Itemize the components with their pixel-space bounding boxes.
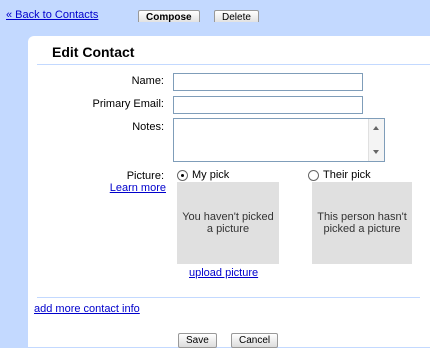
learn-more-link[interactable]: Learn more (100, 182, 166, 194)
their-pick-radio[interactable] (308, 170, 319, 181)
their-picture-placeholder: This person hasn't picked a picture (312, 182, 412, 264)
their-pick-label[interactable]: Their pick (323, 169, 371, 181)
my-picture-placeholder-text: You haven't picked a picture (182, 211, 274, 235)
my-pick-label[interactable]: My pick (192, 169, 229, 181)
primary-email-label: Primary Email: (92, 98, 164, 110)
their-picture-placeholder-text: This person hasn't picked a picture (317, 211, 407, 235)
title-divider (37, 64, 430, 65)
top-toolbar: « Back to Contacts Compose Delete (0, 0, 430, 25)
upload-picture-link[interactable]: upload picture (189, 267, 258, 279)
picture-label: Picture: (126, 170, 164, 182)
page-title: Edit Contact (52, 44, 135, 60)
add-more-contact-info-link[interactable]: add more contact info (34, 303, 140, 315)
my-pick-radio[interactable] (177, 170, 188, 181)
scroll-down-arrow-icon[interactable] (373, 150, 379, 154)
cancel-button[interactable]: Cancel (231, 333, 279, 348)
back-to-contacts-link[interactable]: « Back to Contacts (6, 9, 98, 21)
form-divider (37, 297, 420, 298)
notes-scrollbar[interactable] (368, 119, 384, 161)
scroll-up-arrow-icon[interactable] (373, 126, 379, 130)
notes-textarea[interactable] (173, 118, 385, 162)
primary-email-field[interactable] (173, 96, 363, 114)
my-picture-placeholder: You haven't picked a picture (177, 182, 279, 264)
name-label: Name: (131, 75, 164, 87)
name-field[interactable] (173, 73, 363, 91)
save-button[interactable]: Save (178, 333, 217, 348)
notes-label: Notes: (132, 121, 164, 133)
